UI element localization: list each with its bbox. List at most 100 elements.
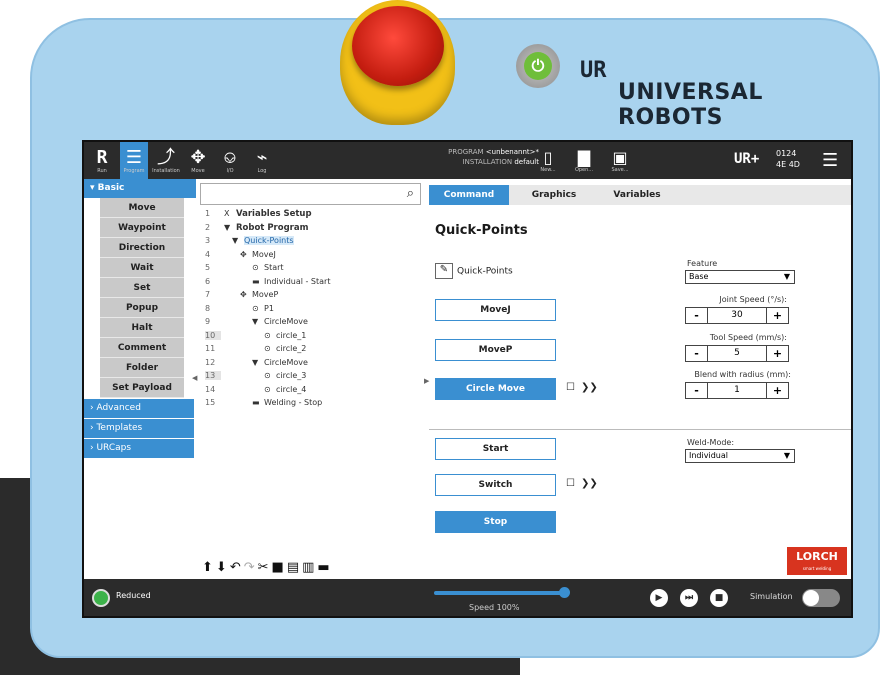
sidebar-item-direction[interactable]: Direction xyxy=(100,238,184,258)
line-number: 11 xyxy=(205,344,216,353)
hamburger-menu-icon[interactable]: ☰ xyxy=(822,150,838,171)
redo-icon[interactable]: ↷ xyxy=(244,560,255,575)
tab-command[interactable]: Command xyxy=(429,185,509,205)
circle-move-checkbox[interactable]: ☐ xyxy=(566,382,575,393)
joint-speed-plus[interactable]: + xyxy=(766,308,788,323)
play-icon[interactable]: ▶ xyxy=(650,589,668,607)
tree-node-icon: ✥ xyxy=(240,249,247,259)
log-icon: ⌁ xyxy=(256,146,268,168)
open-button[interactable]: ▇ Open... xyxy=(568,144,600,177)
tree-line[interactable]: 4 ✥ MoveJ xyxy=(200,250,421,264)
cut-icon[interactable]: ✂ xyxy=(258,560,269,575)
move-up-icon[interactable]: ⬆ xyxy=(202,560,213,575)
tree-line[interactable]: 3 ▼ Quick-Points xyxy=(200,236,421,250)
movep-button[interactable]: MoveP xyxy=(435,339,556,361)
feature-label: Feature xyxy=(687,259,718,268)
joint-speed-label: Joint Speed (°/s): xyxy=(719,295,787,304)
save-button[interactable]: ▣ Save... xyxy=(604,144,636,177)
tree-line[interactable]: 13 ⊙ circle_3 xyxy=(200,371,421,385)
weld-mode-select[interactable]: Individual ▼ xyxy=(685,449,795,463)
emergency-stop-button[interactable] xyxy=(352,6,444,86)
nav-log[interactable]: ⌁ Log xyxy=(248,142,276,179)
tree-line[interactable]: 8 ⊙ P1 xyxy=(200,304,421,318)
nav-installation[interactable]: ⤴ Installation xyxy=(152,142,180,179)
sidebar-item-popup[interactable]: Popup xyxy=(100,298,184,318)
sidebar-item-move[interactable]: Move xyxy=(100,198,184,218)
tree-line[interactable]: 11 ⊙ circle_2 xyxy=(200,344,421,358)
tree-line[interactable]: 5 ⊙ Start xyxy=(200,263,421,277)
switch-button[interactable]: Switch xyxy=(435,474,556,496)
tree-line[interactable]: 6 ▬ Individual - Start xyxy=(200,277,421,291)
search-icon[interactable]: ⌕ xyxy=(407,186,414,201)
nav-io[interactable]: ⎉ I/O xyxy=(216,142,244,179)
nav-program[interactable]: ☰ Program xyxy=(120,142,148,179)
speed-slider-track[interactable] xyxy=(434,591,564,595)
start-button[interactable]: Start xyxy=(435,438,556,460)
blend-radius-minus[interactable]: - xyxy=(686,383,708,398)
search-input[interactable]: ⌕ xyxy=(200,183,421,205)
status-bar: Reduced Speed 100% ▶ ⏭ ■ Simulation xyxy=(84,579,851,616)
blend-radius-label: Blend with radius (mm): xyxy=(694,370,791,379)
movej-button[interactable]: MoveJ xyxy=(435,299,556,321)
sidebar-item-waypoint[interactable]: Waypoint xyxy=(100,218,184,238)
new-button[interactable]: ▯ New... xyxy=(532,144,564,177)
tree-line[interactable]: 10 ⊙ circle_1 xyxy=(200,330,421,345)
tree-node-label: MoveJ xyxy=(252,249,276,259)
stop-icon[interactable]: ■ xyxy=(710,589,728,607)
copy-icon[interactable]: ■ xyxy=(272,560,284,575)
tree-line[interactable]: 14 ⊙ circle_4 xyxy=(200,385,421,399)
tree-line[interactable]: 15 ▬ Welding - Stop xyxy=(200,398,421,412)
tree-line[interactable]: 12 ▼ CircleMove xyxy=(200,358,421,372)
nav-move[interactable]: ✥ Move xyxy=(184,142,212,179)
tool-speed-value[interactable]: 5 xyxy=(708,346,766,361)
power-button[interactable]: ⏻ xyxy=(516,44,560,88)
ur-home-logo[interactable]: R Run xyxy=(88,142,116,179)
joint-speed-value[interactable]: 30 xyxy=(708,308,766,323)
urplus-button[interactable]: UR+ xyxy=(734,151,759,167)
sidebar-item-wait[interactable]: Wait xyxy=(100,258,184,278)
move-down-icon[interactable]: ⬇ xyxy=(216,560,227,575)
sidebar-item-comment[interactable]: Comment xyxy=(100,338,184,358)
undo-icon[interactable]: ↶ xyxy=(230,560,241,575)
sidebar-basic-header[interactable]: ▾ Basic xyxy=(84,179,196,198)
tab-variables[interactable]: Variables xyxy=(597,185,677,205)
sidebar-category-urcaps[interactable]: › URCaps xyxy=(84,439,194,458)
sidebar-category-templates[interactable]: › Templates xyxy=(84,419,194,438)
step-icon[interactable]: ⏭ xyxy=(680,589,698,607)
feature-select[interactable]: Base ▼ xyxy=(685,270,795,284)
sidebar-item-set[interactable]: Set xyxy=(100,278,184,298)
reduced-mode-indicator[interactable] xyxy=(92,589,110,607)
tree-line[interactable]: 1 X Variables Setup xyxy=(200,209,421,223)
stop-button[interactable]: Stop xyxy=(435,511,556,533)
collapse-left-icon[interactable]: ◀ xyxy=(192,374,197,382)
sidebar-category-advanced[interactable]: › Advanced xyxy=(84,399,194,418)
tree-line[interactable]: 2 ▼ Robot Program xyxy=(200,223,421,237)
brand-name: UNIVERSAL ROBOTS xyxy=(618,80,763,130)
installation-icon: ⤴ xyxy=(157,146,175,168)
edit-pencil-icon[interactable]: ✎ xyxy=(435,263,453,279)
sidebar-item-set-payload[interactable]: Set Payload xyxy=(100,378,184,398)
simulation-toggle[interactable] xyxy=(802,589,840,607)
tree-toolbar: ⬆ ⬇ ↶ ↷ ✂ ■ ▤ ▥ ▬ xyxy=(200,557,421,577)
delete-icon[interactable]: ▥ xyxy=(302,560,314,575)
suppress-icon[interactable]: ▬ xyxy=(317,560,329,575)
blend-radius-value[interactable]: 1 xyxy=(708,383,766,398)
paste-icon[interactable]: ▤ xyxy=(287,560,299,575)
switch-checkbox[interactable]: ☐ xyxy=(566,478,575,489)
speed-slider-handle[interactable] xyxy=(559,587,570,598)
tree-node-label: Start xyxy=(264,263,284,272)
sidebar-item-halt[interactable]: Halt xyxy=(100,318,184,338)
joint-speed-stepper: - 30 + xyxy=(685,307,789,324)
joint-speed-minus[interactable]: - xyxy=(686,308,708,323)
circle-move-button[interactable]: Circle Move xyxy=(435,378,556,400)
tree-node-icon: ⊙ xyxy=(264,384,271,394)
blend-radius-plus[interactable]: + xyxy=(766,383,788,398)
sidebar-item-folder[interactable]: Folder xyxy=(100,358,184,378)
tree-line[interactable]: 9 ▼ CircleMove xyxy=(200,317,421,331)
tool-speed-minus[interactable]: - xyxy=(686,346,708,361)
tree-node-icon: ✥ xyxy=(240,290,247,299)
tool-speed-plus[interactable]: + xyxy=(766,346,788,361)
power-icon: ⏻ xyxy=(524,52,552,80)
tree-line[interactable]: 7 ✥ MoveP xyxy=(200,290,421,304)
tab-graphics[interactable]: Graphics xyxy=(514,185,594,205)
